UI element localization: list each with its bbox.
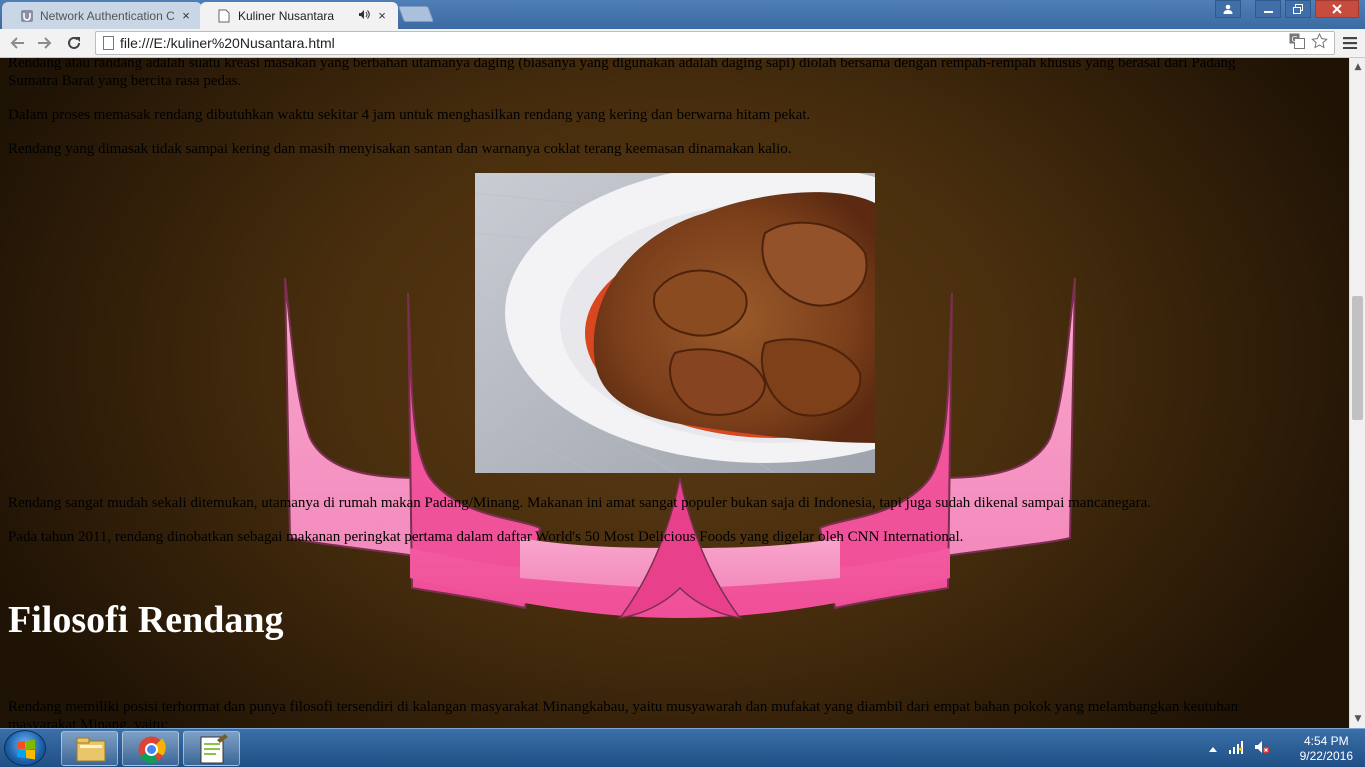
paragraph-intro-line1: Rendang atau randang adalah suatu kreasi… [8, 58, 1236, 71]
tab-close-icon[interactable]: × [376, 8, 388, 23]
clock-time: 4:54 PM [1303, 733, 1349, 748]
restore-icon[interactable] [1285, 0, 1311, 18]
new-tab-button[interactable] [398, 6, 434, 22]
notepad-plus-taskbar-icon[interactable] [183, 731, 240, 766]
vertical-scrollbar[interactable]: ▲ ▼ [1349, 58, 1365, 728]
tab-title: Network Authentication C [40, 8, 174, 23]
minimize-icon[interactable] [1255, 0, 1281, 18]
browser-toolbar: file:///E:/kuliner%20Nusantara.html G [0, 29, 1365, 58]
forward-arrow-icon[interactable] [34, 32, 56, 54]
paragraph-filosofi-line2: masyarakat Minang, yaitu: [8, 717, 169, 728]
volume-muted-icon[interactable] [1254, 740, 1270, 757]
file-explorer-taskbar-icon[interactable] [61, 731, 118, 766]
tab-kuliner-nusantara[interactable]: Kuliner Nusantara × [200, 2, 398, 29]
tab-close-icon[interactable]: × [180, 8, 192, 23]
scroll-down-arrow-icon[interactable]: ▼ [1350, 712, 1365, 726]
paragraph-intro-line2: Sumatra Barat yang bercita rasa pedas. [8, 73, 242, 89]
address-bar[interactable]: file:///E:/kuliner%20Nusantara.html G [95, 31, 1335, 55]
reload-icon[interactable] [63, 32, 85, 54]
scroll-up-arrow-icon[interactable]: ▲ [1350, 60, 1365, 74]
url-text: file:///E:/kuliner%20Nusantara.html [120, 35, 335, 51]
paragraph-kalio: Rendang yang dimasak tidak sampai kering… [8, 141, 792, 157]
paragraph-filosofi-line1: Rendang memiliki posisi terhormat dan pu… [8, 699, 1239, 715]
svg-text:G: G [1292, 35, 1298, 44]
system-tray: 4:54 PM 9/22/2016 [1208, 729, 1353, 767]
show-hidden-icons-arrow-icon[interactable] [1208, 742, 1218, 756]
back-arrow-icon[interactable] [6, 32, 28, 54]
page-viewport: Rendang atau randang adalah suatu kreasi… [0, 58, 1349, 728]
window-controls [1215, 0, 1359, 18]
chrome-taskbar-icon[interactable] [122, 731, 179, 766]
paragraph-popularity: Rendang sangat mudah sekali ditemukan, u… [8, 495, 1151, 511]
tab-network-authentication[interactable]: Network Authentication C × [2, 2, 202, 29]
network-signal-icon[interactable] [1228, 740, 1244, 757]
user-profile-icon[interactable] [1215, 0, 1241, 18]
start-button[interactable] [4, 730, 46, 766]
bookmark-star-icon[interactable] [1311, 32, 1328, 53]
university-logo-icon [20, 9, 34, 23]
speaker-icon[interactable] [358, 9, 370, 23]
taskbar-clock[interactable]: 4:54 PM 9/22/2016 [1300, 734, 1353, 764]
rendang-photo [475, 173, 875, 473]
clock-date: 9/22/2016 [1299, 748, 1353, 763]
windows-taskbar: 4:54 PM 9/22/2016 [0, 728, 1365, 767]
tab-title: Kuliner Nusantara [238, 8, 335, 23]
close-window-icon[interactable] [1315, 0, 1359, 18]
section-heading-filosofi: Filosofi Rendang [8, 599, 284, 641]
page-icon [103, 36, 114, 50]
page-icon [218, 9, 232, 23]
paragraph-cnn-ranking: Pada tahun 2011, rendang dinobatkan seba… [8, 529, 964, 545]
hamburger-menu-icon[interactable] [1340, 32, 1360, 54]
scrollbar-thumb[interactable] [1352, 296, 1363, 420]
translate-icon[interactable]: G [1289, 33, 1305, 53]
paragraph-cooking-time: Dalam proses memasak rendang dibutuhkan … [8, 107, 811, 123]
tab-strip: Network Authentication C × Kuliner Nusan… [0, 0, 1365, 29]
